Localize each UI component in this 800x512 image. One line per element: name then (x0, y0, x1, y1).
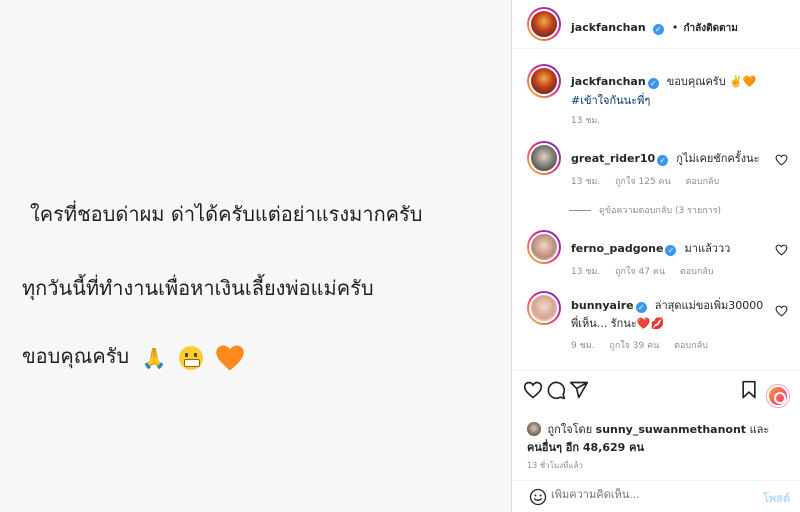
comment-bar: โพสต์ (513, 480, 800, 512)
comment: great_rider10 ✓ กูไม่เคยชักครั้งนะ (571, 147, 771, 167)
comment-icon[interactable] (546, 380, 566, 400)
post-text-line-1: ใครที่ชอบด่าผม ด่าได้ครับแต่อย่าแรงมากคร… (30, 202, 423, 226)
comment-time: 13 ชม. (571, 267, 601, 277)
liked-by-user[interactable]: sunny_suwanmethanont (596, 423, 746, 436)
orange-heart-icon (216, 345, 244, 370)
comment-avatar[interactable] (527, 230, 561, 264)
bookmark-icon[interactable] (739, 380, 759, 400)
post-sidebar: jackfanchan ✓ • กำลังติดตาม jackfanchan ✓… (513, 0, 800, 512)
comment-username[interactable]: great_rider10 (571, 152, 655, 165)
following-button[interactable]: กำลังติดตาม (683, 23, 737, 34)
divider (569, 210, 591, 211)
floating-action-icon[interactable] (767, 385, 789, 407)
post-image[interactable]: ใครที่ชอบด่าผม ด่าได้ครับแต่อย่าแรงมากคร… (0, 0, 512, 512)
view-replies-button[interactable]: ดูข้อความตอบกลับ (3 รายการ) (569, 203, 721, 217)
comment-text: กูไม่เคยชักครั้งนะ (676, 152, 760, 165)
verified-badge-icon: ✓ (652, 24, 664, 35)
caption-text: ขอบคุณครับ ✌️🧡 (666, 75, 757, 88)
comment: ferno_padgone ✓ มาแล้ววว (571, 237, 771, 257)
comment-likes[interactable]: ถูกใจ 39 คน (609, 341, 659, 351)
comment-likes[interactable]: ถูกใจ 47 คน (615, 267, 665, 277)
comment-time: 13 ชม. (571, 177, 601, 187)
comment-avatar[interactable] (527, 291, 561, 325)
header-avatar[interactable] (527, 7, 561, 41)
view-replies-label: ดูข้อความตอบกลับ (3 รายการ) (599, 206, 722, 216)
emoji-icon[interactable] (529, 488, 547, 506)
comment-meta: 9 ชม. ถูกใจ 39 คน ตอบกลับ (571, 338, 720, 352)
post-time-ago: 13 ชั่วโมงที่แล้ว (527, 461, 583, 470)
verified-badge-icon: ✓ (647, 78, 659, 89)
heart-icon[interactable] (523, 380, 543, 400)
reply-button[interactable]: ตอบกลับ (686, 177, 720, 187)
comment-text: มาแล้ววว (684, 242, 731, 255)
verified-badge-icon: ✓ (657, 155, 669, 166)
post-text-line-3-label: ขอบคุณครับ (22, 344, 130, 368)
comment-username[interactable]: ferno_padgone (571, 242, 663, 255)
caption: jackfanchan ✓ ขอบคุณครับ ✌️🧡 #เข้าใจกันนะ… (571, 71, 793, 109)
comment-input[interactable] (551, 488, 741, 501)
comment-like-heart-icon[interactable] (775, 244, 788, 256)
post-text-line-3: ขอบคุณครับ 🙏 (22, 340, 245, 372)
comment-time: 9 ชม. (571, 341, 595, 351)
caption-avatar[interactable] (527, 64, 561, 98)
liked-by-prefix: ถูกใจโดย (547, 423, 593, 436)
caption-time: 13 ชม. (571, 116, 601, 126)
comment-username[interactable]: bunnyaire (571, 299, 634, 312)
post-actions (513, 370, 800, 410)
comment-likes[interactable]: ถูกใจ 125 คน (615, 177, 671, 187)
comment: bunnyaire ✓ ล่าสุดแม่ขอเพิ่ม30000 พี่เห็น… (571, 296, 767, 332)
comment-like-heart-icon[interactable] (775, 154, 788, 166)
reply-button[interactable]: ตอบกลับ (680, 267, 714, 277)
reply-button[interactable]: ตอบกลับ (674, 341, 708, 351)
comment-like-heart-icon[interactable] (775, 305, 788, 317)
liked-by-and: และ (749, 423, 770, 436)
liked-by: ถูกใจโดย sunny_suwanmethanont และ คนอื่น… (527, 420, 787, 456)
post-text-line-2: ทุกวันนี้ที่ทำงานเพื่อหาเงินเลี้ยงพ่อแม่… (22, 276, 374, 300)
grimacing-face-icon (178, 345, 203, 370)
caption-hashtag[interactable]: #เข้าใจกันนะพี่ๆ (571, 94, 650, 107)
post-header: jackfanchan ✓ • กำลังติดตาม (513, 0, 800, 49)
verified-badge-icon: ✓ (665, 245, 677, 256)
header-username[interactable]: jackfanchan (571, 21, 646, 34)
praying-hands-icon: 🙏 (141, 345, 167, 370)
comment-meta: 13 ชม. ถูกใจ 47 คน ตอบกลับ (571, 264, 726, 278)
post-comment-button[interactable]: โพสต์ (763, 489, 790, 507)
comment-meta: 13 ชม. ถูกใจ 125 คน ตอบกลับ (571, 174, 731, 188)
liked-by-others[interactable]: คนอื่นๆ อีก 48,629 คน (527, 441, 644, 454)
comment-avatar[interactable] (527, 141, 561, 175)
caption-username[interactable]: jackfanchan (571, 75, 646, 88)
share-icon[interactable] (569, 380, 589, 400)
liker-avatar[interactable] (527, 422, 541, 436)
separator-dot: • (671, 21, 679, 34)
verified-badge-icon: ✓ (635, 302, 647, 313)
